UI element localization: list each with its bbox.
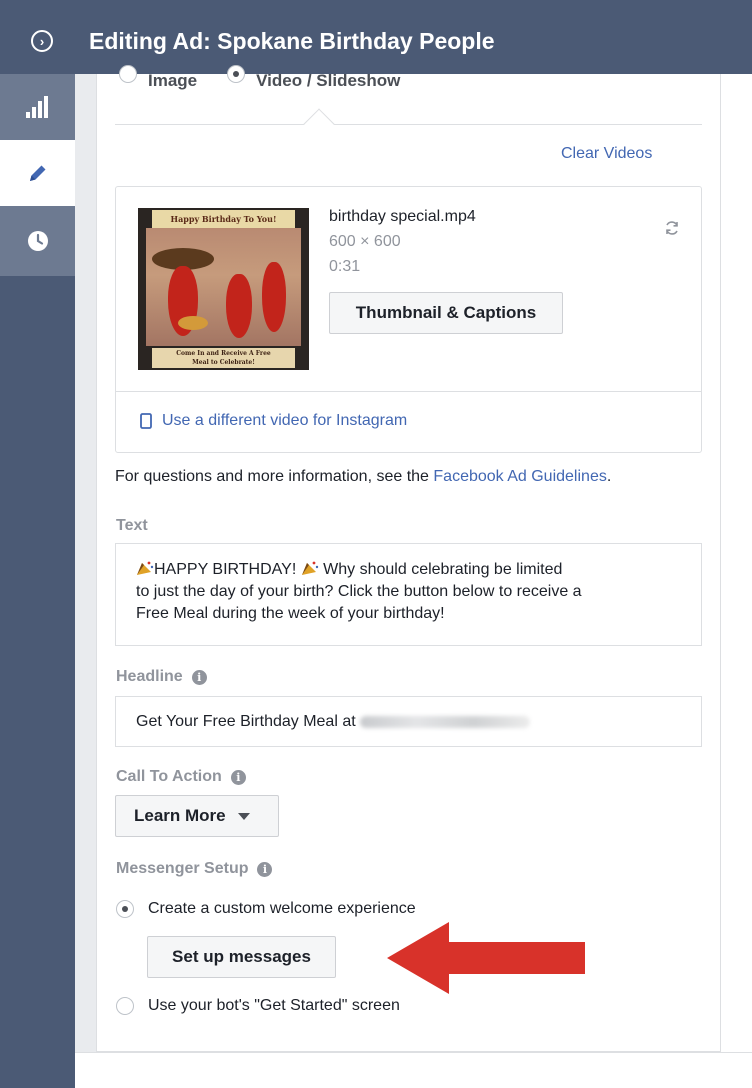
section-divider bbox=[115, 124, 702, 125]
pepper-middle-shape bbox=[226, 274, 252, 338]
ad-text-happy-birthday: HAPPY BIRTHDAY! bbox=[154, 561, 297, 578]
guidelines-suffix: . bbox=[606, 468, 612, 485]
messenger-label: Messenger Setup bbox=[116, 860, 249, 877]
video-thumbnail[interactable]: Happy Birthday To You! Come In and Recei… bbox=[138, 208, 309, 370]
messenger-option-bot[interactable]: Use your bot's "Get Started" screen bbox=[116, 997, 400, 1015]
set-up-messages-button[interactable]: Set up messages bbox=[147, 936, 336, 978]
messenger-section-label: Messenger Setup i bbox=[116, 860, 273, 878]
ad-text-line-3: Free Meal during the week of your birthd… bbox=[136, 605, 445, 622]
media-type-selector: Image Video / Slideshow bbox=[119, 65, 430, 100]
pencil-icon bbox=[29, 165, 45, 181]
redacted-text bbox=[359, 715, 530, 728]
video-duration: 0:31 bbox=[329, 258, 361, 275]
video-card: Happy Birthday To You! Come In and Recei… bbox=[115, 186, 702, 453]
headline-label: Headline bbox=[116, 668, 183, 685]
media-option-image[interactable]: Image bbox=[119, 65, 198, 91]
text-section-label: Text bbox=[116, 517, 148, 535]
call-to-action-dropdown[interactable]: Learn More bbox=[115, 795, 279, 837]
video-dimensions: 600 × 600 bbox=[329, 233, 401, 250]
thumbnail-footer-line1: Come In and Receive A Free bbox=[176, 350, 271, 357]
page-title: Editing Ad: Spokane Birthday People bbox=[89, 28, 495, 54]
pepper-right-shape bbox=[262, 262, 286, 332]
custom-welcome-label: Create a custom welcome experience bbox=[148, 900, 416, 917]
bot-get-started-label: Use your bot's "Get Started" screen bbox=[148, 997, 400, 1014]
ad-text-line-2: to just the day of your birth? Click the… bbox=[136, 583, 582, 600]
instagram-link-label: Use a different video for Instagram bbox=[162, 412, 408, 429]
thumbnail-footer-line2: Meal to Celebrate! bbox=[192, 359, 255, 366]
media-option-video-label: Video / Slideshow bbox=[256, 71, 401, 90]
rail-item-edit[interactable] bbox=[0, 140, 75, 206]
stats-icon bbox=[25, 96, 48, 118]
clock-icon bbox=[27, 231, 48, 251]
thumbnail-banner-text: Happy Birthday To You! bbox=[152, 210, 295, 228]
cta-value: Learn More bbox=[134, 806, 226, 825]
headline-value: Get Your Free Birthday Meal at bbox=[136, 712, 356, 730]
rail-background bbox=[0, 276, 75, 1088]
thumbnail-captions-button[interactable]: Thumbnail & Captions bbox=[329, 292, 563, 334]
guitar-shape bbox=[178, 316, 208, 330]
footer-strip bbox=[75, 1052, 752, 1088]
phone-icon bbox=[140, 413, 152, 429]
text-label: Text bbox=[116, 517, 148, 534]
party-popper-icon bbox=[137, 561, 154, 575]
cta-label: Call To Action bbox=[116, 768, 222, 785]
red-arrow-annotation bbox=[387, 922, 585, 994]
radio-video[interactable] bbox=[227, 65, 246, 83]
instagram-video-link[interactable]: Use a different video for Instagram bbox=[140, 412, 407, 430]
rail-item-history[interactable] bbox=[0, 206, 75, 276]
ad-guidelines-link[interactable]: Facebook Ad Guidelines bbox=[433, 468, 606, 485]
card-divider bbox=[116, 391, 701, 392]
headline-input[interactable]: Get Your Free Birthday Meal at bbox=[115, 696, 702, 747]
info-icon[interactable]: i bbox=[191, 669, 207, 685]
party-popper-icon bbox=[301, 561, 318, 575]
info-icon[interactable]: i bbox=[257, 861, 273, 877]
editor-header: › Editing Ad: Spokane Birthday People bbox=[0, 0, 752, 74]
messenger-option-custom[interactable]: Create a custom welcome experience bbox=[116, 900, 416, 918]
radio-custom-welcome[interactable] bbox=[116, 900, 134, 918]
guidelines-prefix: For questions and more information, see … bbox=[115, 468, 434, 485]
video-filename: birthday special.mp4 bbox=[329, 208, 476, 225]
guidelines-note: For questions and more information, see … bbox=[115, 468, 611, 486]
media-option-image-label: Image bbox=[148, 71, 198, 90]
thumbnail-footer: Come In and Receive A Free Meal to Celeb… bbox=[152, 348, 295, 368]
refresh-icon[interactable] bbox=[664, 220, 680, 236]
collapse-chevron-icon[interactable]: › bbox=[31, 30, 53, 52]
info-icon[interactable]: i bbox=[230, 769, 246, 785]
clear-videos-link[interactable]: Clear Videos bbox=[561, 145, 652, 163]
ad-text-line-1: HAPPY BIRTHDAY! Why should celebrating b… bbox=[136, 559, 681, 581]
media-option-video[interactable]: Video / Slideshow bbox=[227, 65, 401, 91]
radio-image[interactable] bbox=[119, 65, 137, 83]
cta-section-label: Call To Action i bbox=[116, 768, 246, 786]
ad-text-line-1-rest: Why should celebrating be limited bbox=[318, 561, 563, 578]
headline-section-label: Headline i bbox=[116, 668, 207, 686]
ad-text-field[interactable]: HAPPY BIRTHDAY! Why should celebrating b… bbox=[115, 543, 702, 646]
caret-down-icon bbox=[237, 812, 250, 820]
radio-bot-get-started[interactable] bbox=[116, 997, 134, 1015]
rail-item-stats[interactable] bbox=[0, 74, 75, 140]
panel-right-gutter bbox=[721, 74, 752, 1088]
